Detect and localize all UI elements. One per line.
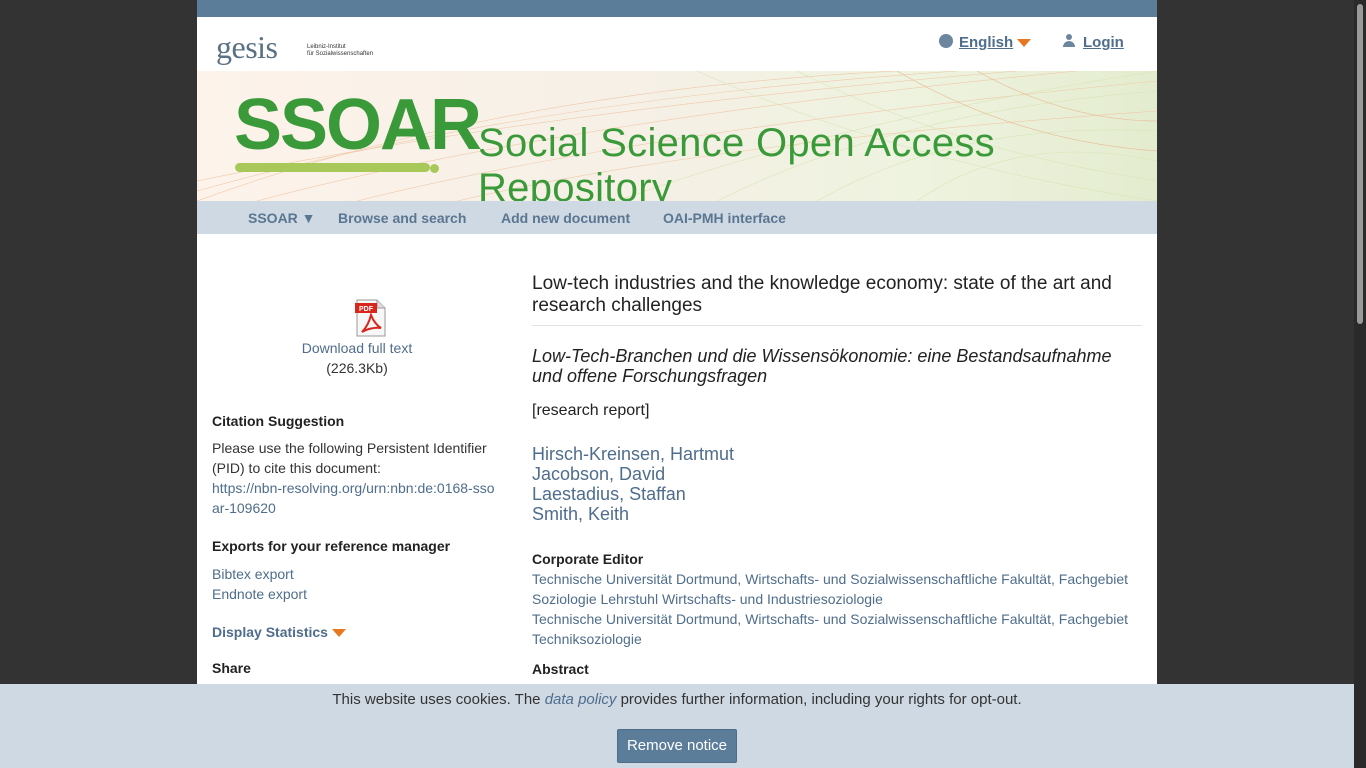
cookie-text-before: This website uses cookies. The <box>332 691 545 708</box>
nav-item-oai-pmh[interactable]: OAI-PMH interface <box>663 210 786 226</box>
endnote-export-link[interactable]: Endnote export <box>212 584 497 604</box>
gesis-subtitle-line1: Leibniz-Institut <box>307 44 346 50</box>
pdf-file-icon[interactable]: PDF <box>355 299 387 337</box>
display-statistics-toggle[interactable]: Display Statistics <box>212 624 346 640</box>
scrollbar-thumb[interactable] <box>1357 4 1363 324</box>
nav-item-ssoar[interactable]: SSOAR ▼ <box>248 210 316 226</box>
citation-text: Please use the following Persistent Iden… <box>212 440 487 476</box>
remove-notice-button[interactable]: Remove notice <box>617 729 737 763</box>
banner-tagline: Social Science Open Access Repository <box>478 121 995 201</box>
cookie-notice: This website uses cookies. The data poli… <box>0 684 1354 768</box>
nav-item-browse-search[interactable]: Browse and search <box>338 210 466 226</box>
cookie-message: This website uses cookies. The data poli… <box>0 691 1354 708</box>
language-label: English <box>959 34 1014 51</box>
globe-icon <box>939 34 953 48</box>
document-title: Low-tech industries and the knowledge ec… <box>532 273 1112 316</box>
site-banner: SSOAR Social Science Open Access Reposit… <box>197 71 1157 201</box>
file-size: (226.3Kb) <box>326 360 388 376</box>
site-header: gesis Leibniz-Institut für Sozialwissens… <box>197 17 1157 71</box>
corporate-editor-link[interactable]: Technische Universität Dortmund, Wirtsch… <box>532 609 1142 649</box>
abstract-heading: Abstract <box>532 661 589 677</box>
main-navigation: SSOAR ▼ Browse and search Add new docume… <box>197 201 1157 234</box>
author-link[interactable]: Smith, Keith <box>532 504 734 524</box>
chevron-down-icon <box>331 629 346 638</box>
corporate-editor-link[interactable]: Technische Universität Dortmund, Wirtsch… <box>532 569 1142 609</box>
corporate-editor-heading: Corporate Editor <box>532 551 644 567</box>
ssoar-logo-dot <box>430 164 439 173</box>
login-link[interactable]: Login <box>1063 34 1124 51</box>
share-heading: Share <box>212 660 251 676</box>
cookie-text-after: provides further information, including … <box>616 691 1022 708</box>
ssoar-logo[interactable]: SSOAR <box>234 89 482 161</box>
alternative-title: Low-Tech-Branchen und die Wissensökonomi… <box>532 346 1112 386</box>
author-link[interactable]: Laestadius, Staffan <box>532 484 734 504</box>
display-statistics-label: Display Statistics <box>212 624 328 640</box>
top-strip <box>197 0 1157 17</box>
title-divider <box>532 325 1142 326</box>
login-label: Login <box>1083 34 1124 51</box>
gesis-subtitle-line2: für Sozialwissenschaften <box>307 51 374 57</box>
language-selector[interactable]: English <box>939 34 1032 51</box>
corporate-editor-list: Technische Universität Dortmund, Wirtsch… <box>532 569 1142 649</box>
page-container: gesis Leibniz-Institut für Sozialwissens… <box>197 0 1157 768</box>
pdf-icon-label: PDF <box>359 306 374 313</box>
exports-heading: Exports for your reference manager <box>212 538 451 554</box>
gesis-logo-subtitle: Leibniz-Institut für Sozialwissenschafte… <box>307 44 373 58</box>
page-scrollbar[interactable] <box>1354 0 1366 768</box>
user-icon <box>1063 34 1075 48</box>
gesis-logo[interactable]: gesis <box>216 29 278 66</box>
bibtex-export-link[interactable]: Bibtex export <box>212 564 497 584</box>
document-type: [research report] <box>532 402 650 419</box>
pid-link[interactable]: https://nbn-resolving.org/urn:nbn:de:016… <box>212 478 497 518</box>
author-link[interactable]: Hirsch-Kreinsen, Hartmut <box>532 444 734 464</box>
author-link[interactable]: Jacobson, David <box>532 464 734 484</box>
author-list: Hirsch-Kreinsen, Hartmut Jacobson, David… <box>532 444 734 524</box>
citation-heading: Citation Suggestion <box>212 413 345 429</box>
nav-item-add-document[interactable]: Add new document <box>501 210 630 226</box>
chevron-down-icon <box>1017 39 1032 48</box>
download-full-text-link[interactable]: Download full text <box>212 340 502 356</box>
data-policy-link[interactable]: data policy <box>545 691 617 708</box>
ssoar-logo-underline <box>235 163 430 172</box>
